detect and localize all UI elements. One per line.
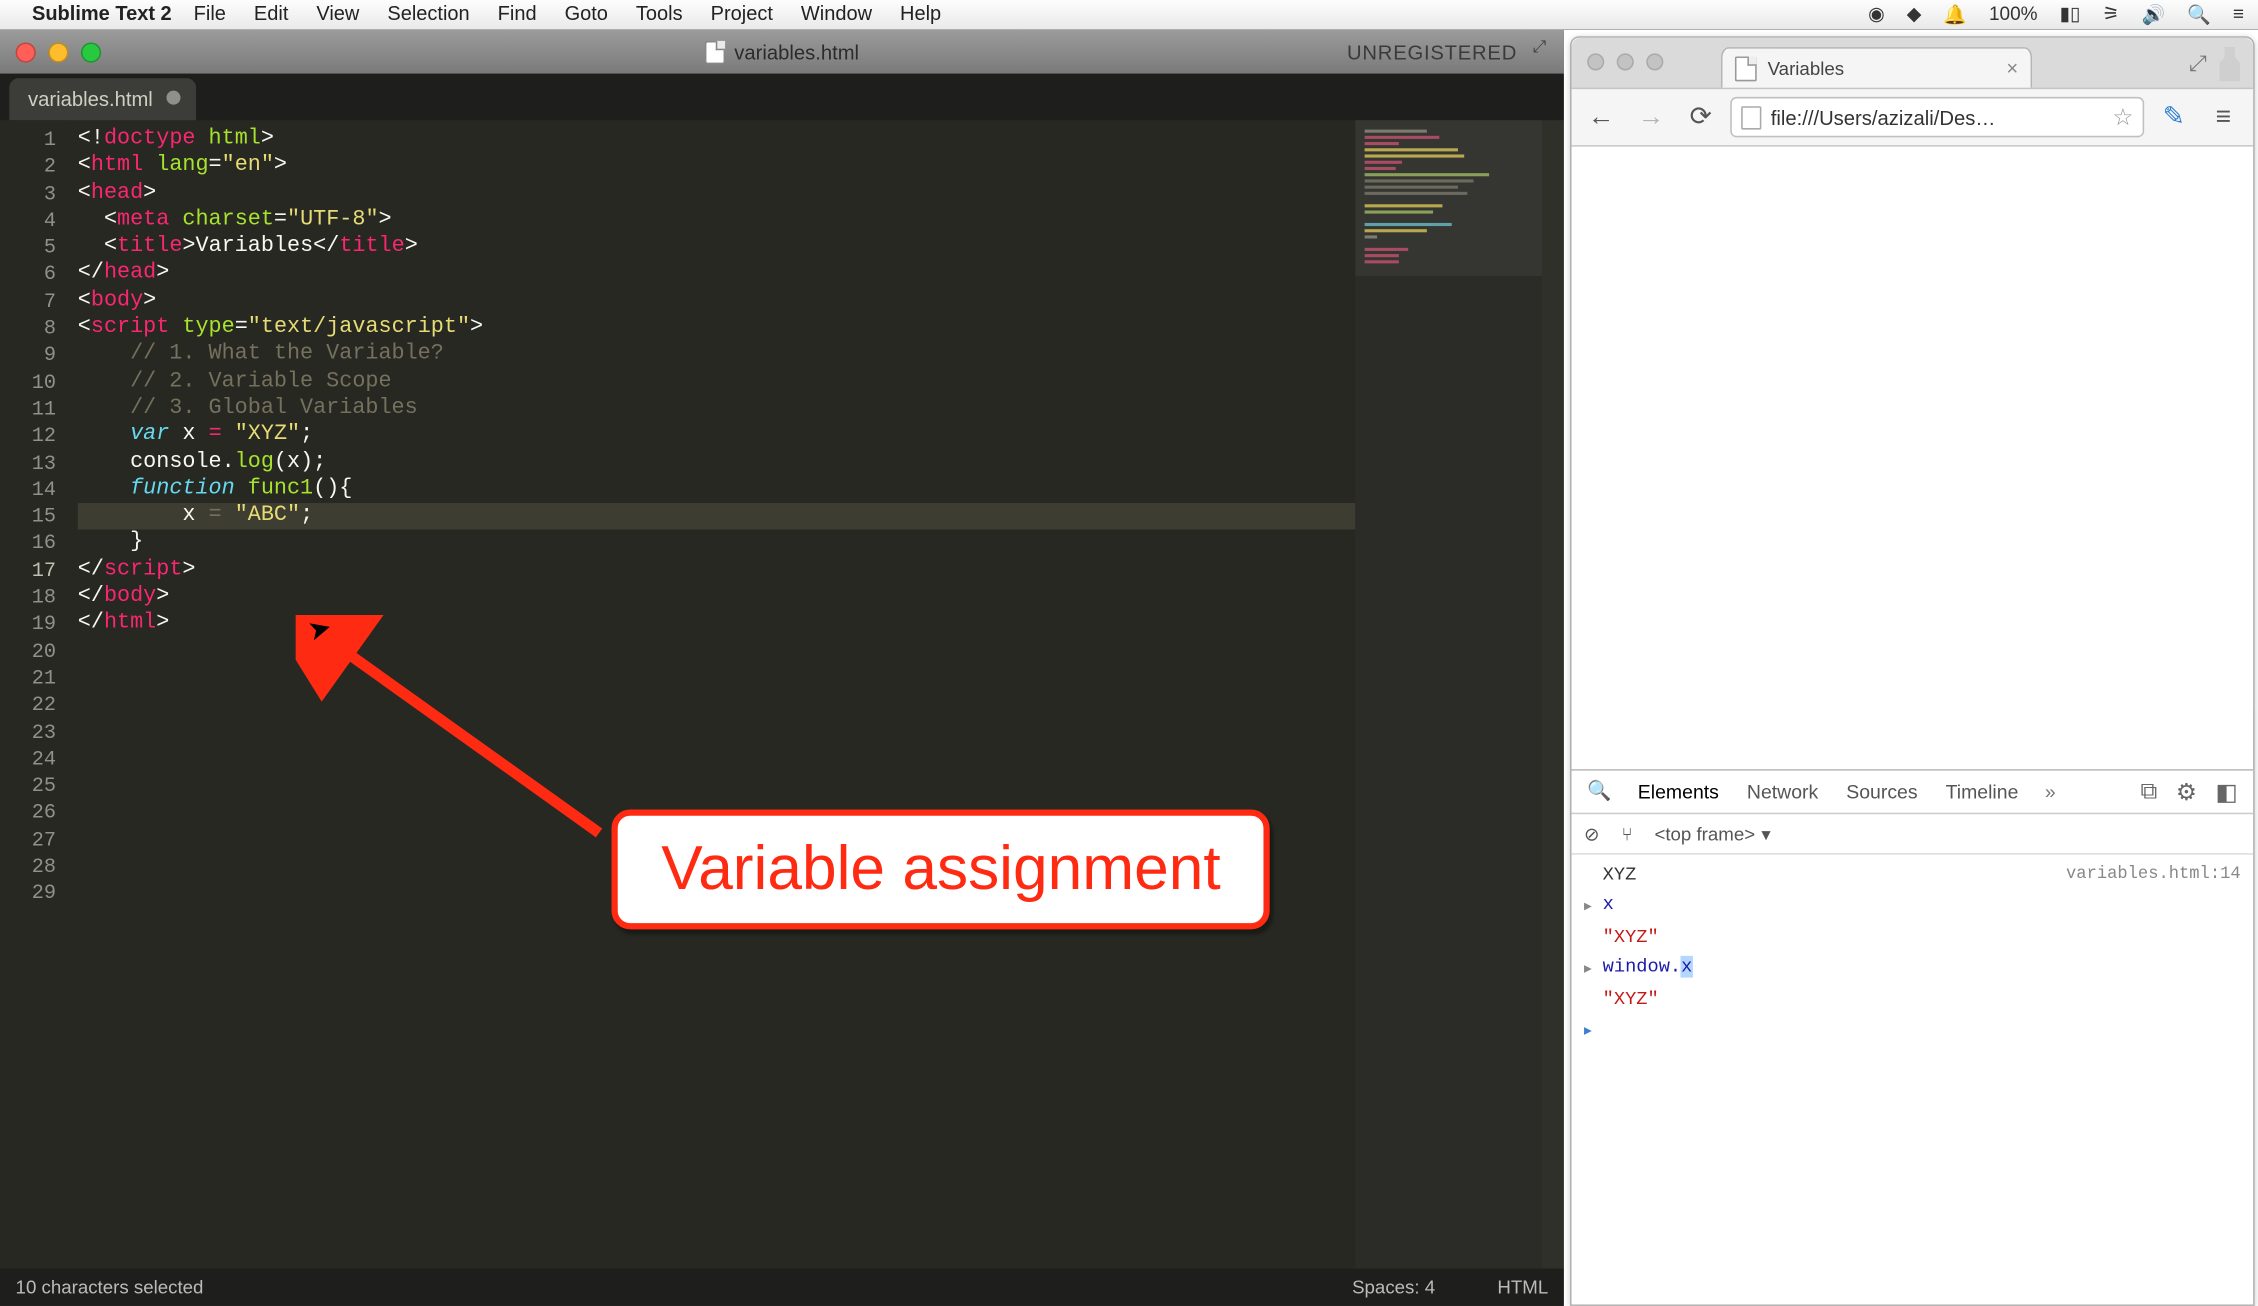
fullscreen-icon[interactable]: ⤢ [1533,39,1555,61]
sublime-titlebar[interactable]: variables.html UNREGISTERED ⤢ [0,30,1564,74]
notification-icon[interactable]: 🔔 [1943,3,1967,27]
console-input-row: ▸window.x [1584,953,2241,986]
status-bar: 10 characters selected Spaces: 4 HTML [0,1269,1564,1306]
menu-view[interactable]: View [316,3,359,25]
chrome-menu-icon[interactable]: ≡ [2203,97,2243,137]
address-bar[interactable]: file:///Users/azizali/Des… ☆ [1730,97,2144,137]
tab-close-icon[interactable]: × [2006,56,2018,79]
selection-status: 10 characters selected [16,1276,204,1298]
menu-window[interactable]: Window [801,3,872,25]
tab-label: variables.html [28,88,153,111]
gdrive-icon[interactable]: ◆ [1907,3,1922,26]
mac-menubar: Sublime Text 2 File Edit View Selection Find… [0,0,2258,30]
volume-icon[interactable]: 🔊 [2142,3,2166,27]
favicon-icon [1735,56,1757,81]
chrome-tabstrip: Variables × ⤢ [1572,38,2254,88]
editor-scrollbar[interactable] [1542,120,1564,1268]
menu-selection[interactable]: Selection [387,3,469,25]
console-filterbar: ⊘ ⑂ <top frame>▾ [1572,814,2254,854]
console-result-row: "XYZ" [1584,985,2241,1015]
file-scheme-icon [1741,105,1761,128]
console-input-row: ▸x [1584,890,2241,923]
window-title: variables.html [734,40,859,63]
spotlight-icon[interactable]: 🔍 [2187,3,2211,27]
log-source-link[interactable]: variables.html:14 [2066,861,2241,891]
record-icon[interactable]: ◉ [1868,3,1885,26]
devtools-search-icon[interactable]: 🔍 [1578,780,1621,803]
diigo-icon[interactable]: ✎ [2154,97,2194,137]
minimap[interactable] [1355,120,1542,1268]
browser-toolbar: ← → ⟳ file:///Users/azizali/Des… ☆ ✎ ≡ [1572,88,2254,147]
dirty-indicator-icon [167,91,181,105]
console-result-row: "XYZ" [1584,923,2241,953]
devtools-overflow-icon[interactable]: » [2036,781,2065,803]
bookmark-star-icon[interactable]: ☆ [2112,103,2133,131]
clear-console-icon[interactable]: ⊘ [1584,823,1600,845]
window-minimize-button[interactable] [1617,53,1634,70]
devtools-dock-icon[interactable]: ◧ [2215,778,2237,806]
battery-percent: 100% [1989,4,2038,26]
menu-find[interactable]: Find [498,3,537,25]
url-text: file:///Users/azizali/Des… [1771,105,1996,128]
file-tab[interactable]: variables.html [9,78,196,120]
back-button[interactable]: ← [1581,97,1621,137]
wifi-icon[interactable]: ⚞ [2103,3,2120,26]
tab-bar: variables.html [0,74,1564,121]
menu-tools[interactable]: Tools [636,3,683,25]
devtools-tab-network[interactable]: Network [1733,773,1832,810]
window-zoom-button[interactable] [1646,53,1663,70]
window-close-button[interactable] [1587,53,1604,70]
indent-status[interactable]: Spaces: 4 [1352,1276,1435,1298]
filter-icon[interactable]: ⑂ [1621,823,1632,845]
forward-button[interactable]: → [1631,97,1671,137]
document-icon [705,40,725,63]
devtools-panel: 🔍 ElementsNetworkSourcesTimeline » ⧉ ⚙ ◧… [1572,769,2254,1304]
browser-tab[interactable]: Variables × [1721,47,2032,87]
battery-icon[interactable]: ▮▯ [2060,3,2081,26]
annotation-callout: Variable assignment [612,810,1271,930]
chrome-window: Variables × ⤢ ← → ⟳ file:///Users/azizal… [1570,36,2255,1306]
annotation-text: Variable assignment [661,834,1220,902]
menu-extras-icon[interactable]: ≡ [2233,4,2244,26]
menu-help[interactable]: Help [900,3,941,25]
frame-selector[interactable]: <top frame>▾ [1654,823,1770,845]
devtools-tabbar: 🔍 ElementsNetworkSourcesTimeline » ⧉ ⚙ ◧ [1572,771,2254,815]
reload-button[interactable]: ⟳ [1680,97,1720,137]
app-name[interactable]: Sublime Text 2 [32,3,172,26]
menu-project[interactable]: Project [711,3,773,25]
syntax-status[interactable]: HTML [1497,1276,1548,1298]
console-prompt[interactable]: ▸ [1584,1015,2241,1048]
devtools-tab-elements[interactable]: Elements [1624,773,1733,810]
profile-avatar-icon[interactable] [2213,41,2247,81]
sublime-window: variables.html UNREGISTERED ⤢ variables.… [0,30,1564,1306]
fullscreen-icon[interactable]: ⤢ [2189,50,2206,76]
console-log-row: XYZ variables.html:14 [1584,861,2241,891]
unregistered-label: UNREGISTERED [1347,40,1517,63]
code-editor[interactable]: <!doctype html><html lang="en"><head> <m… [68,120,1355,1268]
devtools-settings-icon[interactable]: ⚙ [2176,778,2197,806]
devtools-tab-timeline[interactable]: Timeline [1932,773,2033,810]
menu-file[interactable]: File [194,3,226,25]
menu-goto[interactable]: Goto [565,3,608,25]
tab-title: Variables [1768,57,1844,79]
devtools-tab-sources[interactable]: Sources [1832,773,1931,810]
page-viewport[interactable] [1572,147,2254,707]
console-output[interactable]: XYZ variables.html:14 ▸x "XYZ" ▸window.x… [1572,855,2254,1054]
menu-edit[interactable]: Edit [254,3,288,25]
devtools-drawer-icon[interactable]: ⧉ [2140,778,2157,806]
line-gutter[interactable]: 1234567891011121314151617181920212223242… [0,120,68,1268]
